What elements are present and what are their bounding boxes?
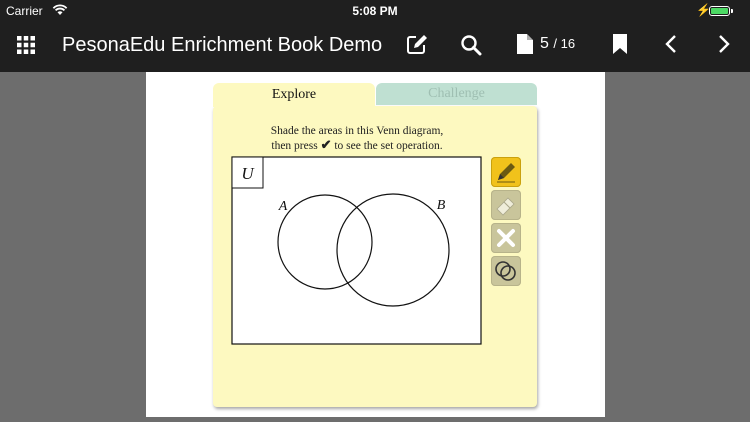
eraser-icon: [496, 197, 515, 216]
set-a-label: A: [278, 199, 288, 214]
close-icon: [497, 229, 515, 247]
instruction-line-2b: to see the set operation.: [334, 140, 443, 152]
tab-explore[interactable]: Explore: [213, 83, 375, 107]
venn-diagram[interactable]: U A B: [231, 156, 482, 346]
instruction-text: Shade the areas in this Venn diagram, th…: [222, 124, 492, 153]
universe-label: U: [241, 164, 255, 183]
battery-icon: [709, 6, 730, 16]
clear-tool-button[interactable]: [491, 223, 521, 253]
page-current: 5: [540, 35, 549, 52]
battery-fill: [711, 8, 728, 14]
grid-icon[interactable]: [16, 35, 36, 55]
tab-challenge[interactable]: Challenge: [376, 83, 537, 105]
eraser-tool-button[interactable]: [491, 190, 521, 220]
page-icon[interactable]: [515, 32, 535, 56]
edit-icon[interactable]: [405, 33, 429, 57]
chevron-right-icon[interactable]: [713, 32, 735, 56]
venn-icon: [495, 261, 516, 281]
check-icon: ✔: [320, 137, 332, 152]
pencil-icon: [497, 163, 515, 183]
pencil-tool-button[interactable]: [491, 157, 521, 187]
top-bar: Carrier 5:08 PM ⚡ PesonaEdu Enrichment B…: [0, 0, 750, 72]
instruction-line-2a: then press: [271, 140, 318, 152]
instruction-line-1: Shade the areas in this Venn diagram,: [270, 125, 444, 137]
venn-check-tool-button[interactable]: [491, 256, 521, 286]
universe-rect[interactable]: [231, 156, 482, 345]
search-icon[interactable]: [459, 33, 483, 57]
instruction-line-2: then press ✔ to see the set operation.: [222, 138, 492, 153]
chevron-left-icon[interactable]: [660, 32, 682, 56]
book-title: PesonaEdu Enrichment Book Demo: [62, 34, 383, 56]
page-indicator[interactable]: 5 / 16: [540, 35, 575, 53]
nav-bar: PesonaEdu Enrichment Book Demo 5 / 16: [0, 22, 750, 72]
set-b-label: B: [437, 198, 446, 213]
battery-tip: [731, 9, 733, 13]
status-bar: Carrier 5:08 PM ⚡: [0, 0, 750, 22]
page-total: / 16: [553, 36, 576, 51]
status-time: 5:08 PM: [352, 4, 398, 18]
bookmark-icon[interactable]: [610, 32, 630, 56]
